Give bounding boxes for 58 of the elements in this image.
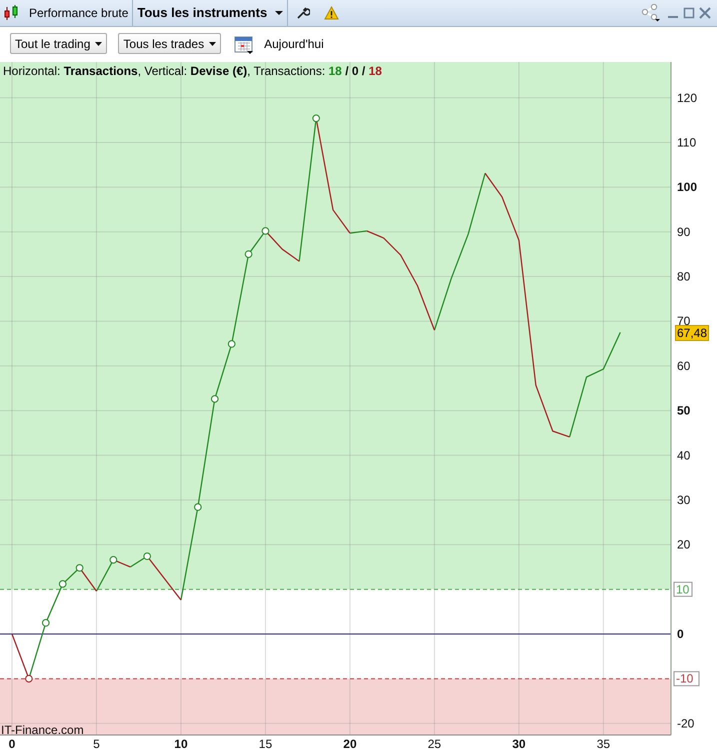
y-tick-label: 20 (677, 538, 690, 552)
y-tick-label: -20 (677, 716, 694, 730)
threshold-label: -10 (674, 671, 700, 686)
point-marker (25, 674, 33, 682)
maximize-icon[interactable] (683, 7, 695, 19)
close-icon[interactable] (699, 7, 711, 19)
y-tick-label: 0 (677, 627, 684, 641)
y-tick-label: 80 (677, 270, 690, 284)
y-tick-label: 120 (677, 90, 698, 105)
point-marker (143, 552, 151, 560)
point-marker (42, 619, 50, 627)
candlestick-icon (3, 5, 19, 21)
transaction-count: 18 (328, 63, 342, 80)
current-value-badge: 67,48 (675, 325, 710, 341)
chart-info-text: Horizontal: Transactions, Vertical: Devise (€), Transactions: (3, 63, 326, 80)
y-tick-label: 100 (677, 180, 698, 194)
x-tick-label: 25 (428, 737, 442, 750)
transaction-count: 0 (352, 63, 359, 80)
transaction-count: / (344, 63, 350, 80)
dropdown-button[interactable]: Tout le trading (10, 33, 108, 54)
warning-icon[interactable] (324, 6, 340, 20)
point-marker (244, 250, 252, 258)
y-tick-label: 30 (677, 492, 690, 507)
source-label: IT-Finance.com (1, 722, 84, 739)
caret-icon (95, 42, 102, 46)
transaction-count: 18 (368, 63, 382, 80)
y-tick-label: 110 (677, 135, 696, 150)
x-tick-label: 15 (258, 737, 272, 750)
transaction-count: / (360, 63, 366, 80)
dropdown-button[interactable]: Tous les trades (118, 33, 222, 54)
today-button[interactable]: Aujourd'hui (264, 34, 324, 52)
caret-icon (209, 42, 216, 46)
x-tick-label: 5 (93, 737, 100, 750)
tab[interactable]: Tous les instruments (132, 0, 288, 26)
point-marker (76, 564, 84, 572)
wrench-icon[interactable] (296, 6, 310, 20)
threshold-label: 10 (674, 582, 692, 597)
y-tick-label: 40 (677, 448, 690, 462)
point-marker (262, 227, 270, 235)
x-tick-label: 30 (512, 737, 526, 750)
point-marker (58, 580, 66, 588)
point-marker (210, 395, 219, 403)
point-marker (228, 340, 236, 348)
x-tick-label: 35 (596, 737, 610, 750)
point-marker (312, 114, 320, 122)
ref-line-label: -10 (676, 672, 694, 686)
x-tick-label: 10 (174, 737, 188, 750)
tab[interactable]: Performance brute (25, 0, 132, 26)
share-icon[interactable] (641, 4, 661, 22)
y-tick-label: 60 (677, 358, 690, 373)
y-tick-label: 90 (677, 224, 690, 239)
x-tick-label: 20 (343, 737, 357, 750)
calendar-icon[interactable] (234, 34, 254, 54)
caret-icon (275, 10, 284, 16)
point-marker (194, 503, 202, 511)
y-tick-label: 50 (677, 404, 690, 418)
point-marker (110, 556, 118, 564)
x-tick-label: 0 (8, 737, 16, 750)
